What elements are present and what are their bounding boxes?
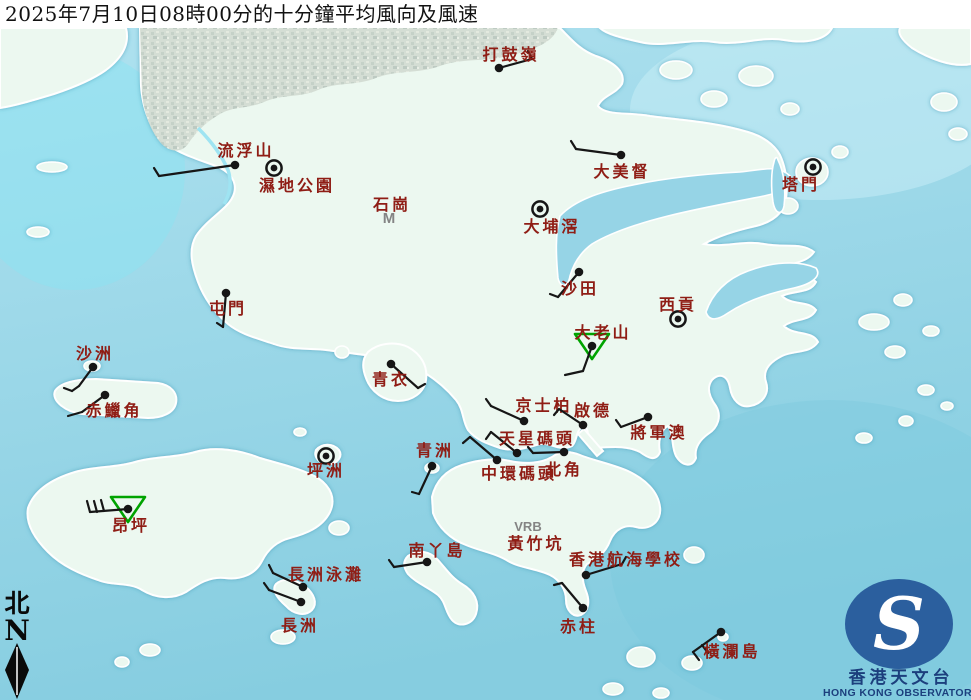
station-dot-icon bbox=[513, 449, 522, 458]
calm-dot-icon bbox=[537, 206, 544, 213]
station-label: 沙田 bbox=[561, 279, 599, 298]
title-bar: 2025年7月10日08時00分的十分鐘平均風向及風速 bbox=[0, 0, 971, 28]
station-label: 大埔滘 bbox=[523, 217, 580, 236]
station-dot-icon bbox=[560, 448, 569, 457]
station-label: 屯門 bbox=[209, 299, 247, 318]
hk-wind-map-screen: 打鼓嶺流浮山濕地公園M石崗大美督大埔滘塔門沙田西貢大老山屯門沙洲赤鱲角青衣青洲京… bbox=[0, 0, 971, 700]
station-label: 香港航海學校 bbox=[568, 550, 683, 569]
station-label: 赤柱 bbox=[560, 617, 598, 636]
station-label: 橫瀾島 bbox=[703, 642, 760, 661]
variable-wind-symbol: VRB bbox=[514, 519, 541, 534]
station-label: 流浮山 bbox=[217, 141, 274, 160]
station-label: 沙洲 bbox=[76, 344, 114, 363]
calm-dot-icon bbox=[271, 165, 278, 172]
station-dot-icon bbox=[428, 462, 437, 471]
station-dot-icon bbox=[495, 64, 504, 73]
station-label: 石崗 bbox=[372, 195, 411, 214]
station-dot-icon bbox=[222, 289, 231, 298]
station-label: 塔門 bbox=[782, 175, 820, 194]
station-label: 天星碼頭 bbox=[499, 429, 575, 448]
wind-barb bbox=[533, 452, 564, 453]
station-label: 大老山 bbox=[574, 323, 631, 342]
station-dot-icon bbox=[579, 604, 588, 613]
hk-wind-map: 打鼓嶺流浮山濕地公園M石崗大美督大埔滘塔門沙田西貢大老山屯門沙洲赤鱲角青衣青洲京… bbox=[0, 0, 971, 700]
station-dot-icon bbox=[89, 363, 98, 372]
station-label: 長洲泳灘 bbox=[288, 565, 364, 584]
station-dot-icon bbox=[579, 421, 588, 430]
compass-n-letter: N bbox=[4, 614, 30, 647]
shenzhen-east-coast bbox=[600, 28, 832, 44]
station-dot-icon bbox=[575, 268, 584, 277]
station-dot-icon bbox=[387, 360, 396, 369]
station-label: 濕地公園 bbox=[259, 176, 335, 195]
station-dot-icon bbox=[588, 342, 597, 351]
station-label: 北角 bbox=[545, 460, 583, 479]
station-label: 黃竹坑 bbox=[506, 534, 564, 553]
station-label: 西貢 bbox=[659, 295, 697, 314]
station-label: 坪洲 bbox=[307, 461, 345, 480]
calm-dot-icon bbox=[675, 316, 682, 323]
station-label: 將軍澳 bbox=[630, 423, 687, 442]
station-dot-icon bbox=[231, 161, 240, 170]
station-dot-icon bbox=[617, 151, 626, 160]
station-label: 大美督 bbox=[593, 162, 650, 181]
station-label: 赤鱲角 bbox=[85, 401, 142, 420]
station-dot-icon bbox=[101, 391, 110, 400]
station-dot-icon bbox=[582, 571, 591, 580]
station-dot-icon bbox=[297, 598, 306, 607]
station-dot-icon bbox=[644, 413, 653, 422]
station-label: 南丫島 bbox=[408, 541, 465, 560]
station-dot-icon bbox=[717, 628, 726, 637]
hko-logo-swirl: S bbox=[873, 581, 925, 666]
map-title: 2025年7月10日08時00分的十分鐘平均風向及風速 bbox=[0, 2, 478, 26]
station-label: 啟德 bbox=[574, 401, 612, 420]
station-label: 昂坪 bbox=[112, 516, 150, 535]
station-label: 長洲 bbox=[281, 616, 319, 635]
calm-dot-icon bbox=[323, 453, 330, 460]
hko-logo-name-cn: 香港天文台 bbox=[849, 667, 954, 688]
station-label: 青洲 bbox=[416, 441, 454, 460]
station-dot-icon bbox=[124, 505, 133, 514]
station-label: 青衣 bbox=[372, 370, 410, 389]
calm-dot-icon bbox=[810, 164, 817, 171]
station-dot-icon bbox=[520, 417, 529, 426]
hko-logo-name-en: HONG KONG OBSERVATORY bbox=[823, 687, 971, 699]
station-label: 打鼓嶺 bbox=[482, 45, 539, 64]
station-dot-icon bbox=[493, 456, 502, 465]
